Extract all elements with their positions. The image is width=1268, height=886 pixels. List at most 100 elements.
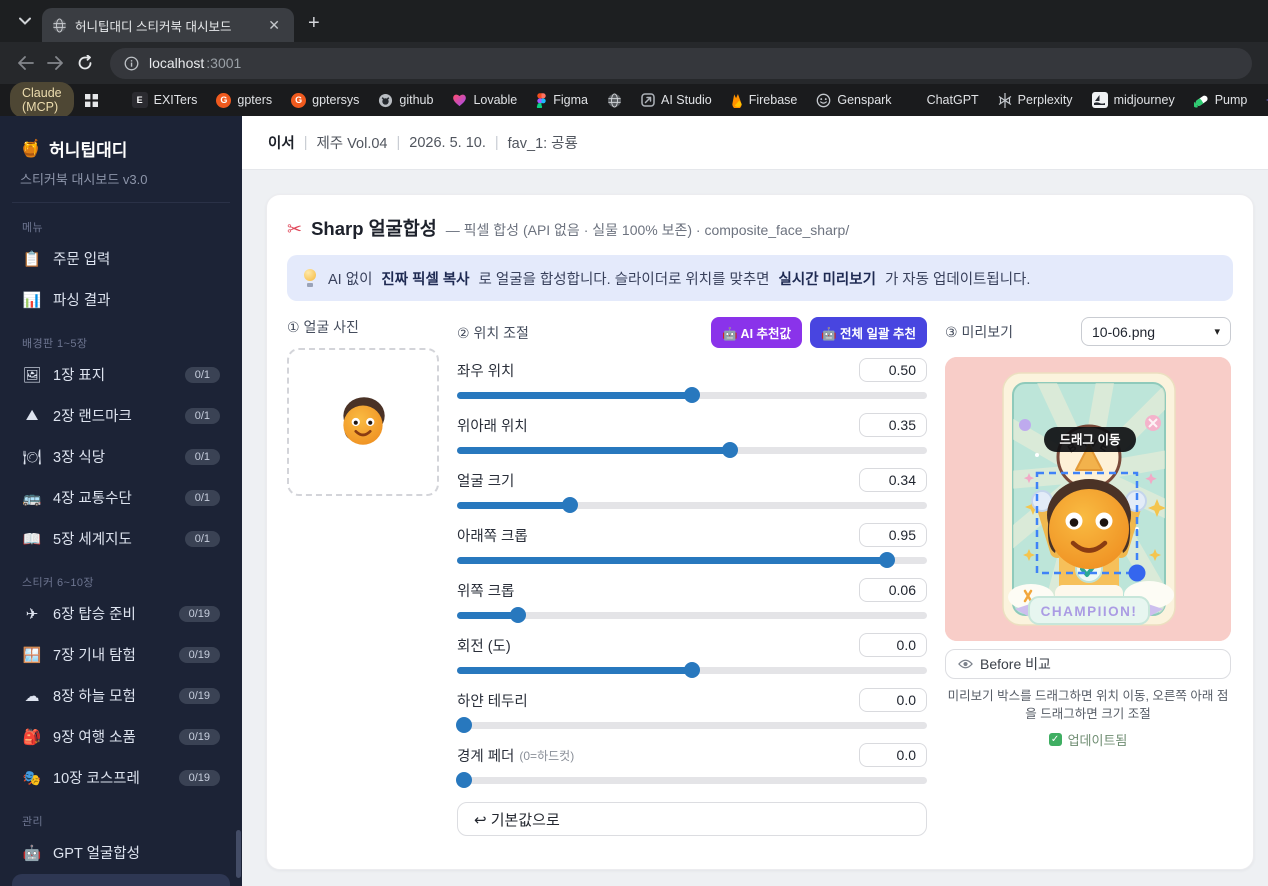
slider-value-input[interactable]: 0.0 [859, 688, 927, 712]
date-label: 2026. 5. 10. [409, 134, 486, 151]
slider-face-size: 얼굴 크기 0.34 [457, 467, 927, 513]
preview-file-select[interactable]: 10-06.png ▾ [1081, 317, 1231, 346]
sidebar-item-page3-restaurant[interactable]: 🍽 3장 식당 0/1 [12, 437, 230, 476]
slider-track[interactable] [457, 442, 927, 458]
site-info-icon[interactable] [124, 56, 139, 71]
gpters-favicon: G [216, 92, 232, 108]
bookmark-pump[interactable]: Pump [1193, 93, 1247, 108]
slider-track[interactable] [457, 607, 927, 623]
slider-thumb[interactable] [456, 772, 473, 788]
slider-track[interactable] [457, 497, 927, 513]
main-area: ✂ Sharp 얼굴합성 — 픽셀 합성 (API 없음 · 실물 100% 보… [242, 170, 1268, 886]
ribbon-text: CHAMPIION! [1041, 604, 1138, 619]
ai-studio-favicon [641, 93, 655, 107]
bookmark-chatgpt[interactable]: ChatGPT [927, 93, 979, 107]
sidebar-section-backgrounds: 배경판 1~5장 [22, 338, 88, 350]
slider-value-input[interactable]: 0.95 [859, 523, 927, 547]
bookmark-exiters[interactable]: E EXITers [131, 92, 197, 108]
tab-search-chevron-icon[interactable] [12, 8, 38, 34]
sidebar-item-page8-sky[interactable]: ☁ 8장 하늘 모험 0/19 [12, 676, 230, 715]
sidebar-item-page9-travel-goods[interactable]: 🎒 9장 여행 소품 0/19 [12, 717, 230, 756]
slider-thumb[interactable] [879, 552, 896, 568]
preview-canvas[interactable]: BAVE [945, 357, 1231, 641]
bookmark-claude-mcp[interactable]: Claude (MCP) [10, 82, 74, 118]
slider-value-input[interactable]: 0.0 [859, 633, 927, 657]
forward-icon[interactable] [40, 48, 70, 78]
sidebar-item-page1-cover[interactable]: 🖼 1장 표지 0/1 [12, 355, 230, 394]
reset-defaults-button[interactable]: ↩ 기본값으로 [457, 802, 927, 836]
face-photo-dropzone[interactable] [287, 348, 439, 496]
slider-value-input[interactable]: 0.06 [859, 578, 927, 602]
sidebar-item-page10-cosplay[interactable]: 🎭 10장 코스프레 0/19 [12, 758, 230, 797]
slider-value-input[interactable]: 0.0 [859, 743, 927, 767]
count-badge: 0/1 [184, 489, 220, 506]
sidebar-item-page5-worldmap[interactable]: 📖 5장 세계지도 0/1 [12, 519, 230, 558]
slider-track[interactable] [457, 552, 927, 568]
tab-title: 허니팁대디 스티커북 대시보드 [75, 19, 232, 34]
batch-recommend-button[interactable]: 🤖 전체 일괄 추천 [810, 317, 927, 348]
sidebar-item-page4-transport[interactable]: 🚌 4장 교통수단 0/1 [12, 478, 230, 517]
slider-value-input[interactable]: 0.35 [859, 413, 927, 437]
reload-icon[interactable] [70, 48, 100, 78]
browser-tab[interactable]: 허니팁대디 스티커북 대시보드 ✕ [42, 8, 294, 42]
slider-track[interactable] [457, 387, 927, 403]
bookmark-midjourney[interactable]: midjourney [1091, 92, 1175, 108]
screen: 허니팁대디 스티커북 대시보드 ✕ + localhost:3001 Claud… [0, 0, 1268, 886]
sidebar-item-order-input[interactable]: 📋 주문 입력 [12, 239, 230, 278]
honey-pot-icon: 🍯 [20, 138, 42, 158]
bookmark-gptersys[interactable]: G gptersys [291, 92, 359, 108]
bookmark-lovable[interactable]: Lovable [452, 93, 517, 107]
sidebar-item-gpt-face[interactable]: 🤖 GPT 얼굴합성 [12, 833, 230, 872]
sharp-face-card: ✂ Sharp 얼굴합성 — 픽셀 합성 (API 없음 · 실물 100% 보… [266, 194, 1254, 870]
sidebar-scrollbar[interactable] [236, 830, 241, 878]
new-tab-button[interactable]: + [308, 13, 320, 33]
slider-track[interactable] [456, 717, 927, 733]
back-icon[interactable] [10, 48, 40, 78]
sidebar-item-parse-result[interactable]: 📊 파싱 결과 [12, 280, 230, 319]
eye-icon [958, 659, 973, 669]
slider-thumb[interactable] [456, 717, 473, 733]
bookmark-genspark[interactable]: Genspark [816, 93, 892, 108]
before-compare-button[interactable]: Before 비교 [945, 649, 1231, 679]
perplexity-favicon [998, 92, 1012, 108]
ai-recommend-button[interactable]: 🤖 AI 추천값 [710, 317, 803, 348]
apps-grid-icon[interactable] [84, 93, 99, 108]
composited-sticker-preview: BAVE [945, 357, 1231, 641]
slider-thumb[interactable] [721, 442, 738, 458]
bookmark-figma[interactable]: Figma [536, 92, 588, 108]
slider-thumb[interactable] [684, 387, 700, 403]
sidebar-item-sharp-face[interactable]: ✂ Sharp 얼굴합성 [12, 874, 230, 886]
address-bar[interactable]: localhost:3001 [110, 47, 1252, 79]
sidebar-item-page6-boarding[interactable]: ✈ 6장 탑승 준비 0/19 [12, 594, 230, 633]
count-badge: 0/19 [178, 605, 220, 622]
slider-y-position: 위아래 위치 0.35 [457, 412, 927, 458]
bookmark-github[interactable]: github [378, 93, 433, 108]
bookmark-gpters[interactable]: G gpters [216, 92, 272, 108]
bookmark-firebase[interactable]: Firebase [731, 93, 797, 108]
lightbulb-icon [303, 269, 317, 287]
tab-close-icon[interactable]: ✕ [264, 16, 284, 34]
browser-tab-bar: 허니팁대디 스티커북 대시보드 ✕ + [0, 0, 1268, 42]
resize-handle[interactable] [1128, 564, 1146, 582]
slider-value-input[interactable]: 0.34 [859, 468, 927, 492]
sidebar-item-page7-cabin[interactable]: 🪟 7장 기내 탐험 0/19 [12, 635, 230, 674]
slider-bottom-crop: 아래쪽 크롭 0.95 [457, 522, 927, 568]
slider-value-input[interactable]: 0.50 [859, 358, 927, 382]
slider-thumb[interactable] [684, 662, 700, 678]
sidebar-section-admin: 관리 [22, 816, 44, 828]
bookmark-globe[interactable] [607, 92, 622, 108]
url-host: localhost [149, 55, 205, 71]
count-badge: 0/1 [184, 407, 220, 424]
slider-thumb[interactable] [561, 497, 578, 513]
slider-thumb[interactable] [510, 607, 527, 623]
app-version: 스티커북 대시보드 v3.0 [12, 161, 230, 203]
count-badge: 0/19 [178, 687, 220, 704]
slider-track[interactable] [457, 662, 927, 678]
slider-x-position: 좌우 위치 0.50 [457, 357, 927, 403]
airplane-icon: ✈ [25, 605, 39, 623]
bookmark-ai-studio[interactable]: AI Studio [641, 93, 712, 107]
sidebar-item-page2-landmark[interactable]: ⛰ 2장 랜드마크 0/1 [12, 396, 230, 435]
slider-track[interactable] [456, 772, 927, 788]
bookmark-perplexity[interactable]: Perplexity [998, 92, 1073, 108]
app-name: 허니팁대디 [49, 141, 128, 160]
